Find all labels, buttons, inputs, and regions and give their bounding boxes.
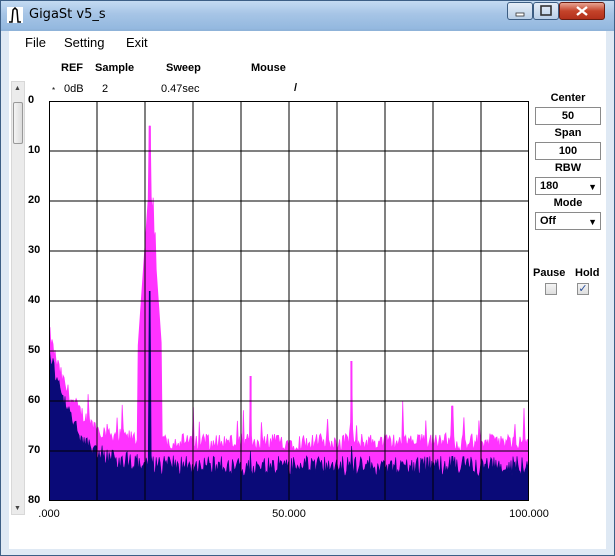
ref-value: 0dB	[64, 83, 84, 95]
rbw-value: 180	[540, 180, 559, 192]
minimize-icon	[515, 12, 525, 17]
spectrum-plot[interactable]	[49, 101, 529, 501]
check-icon: ✓	[578, 283, 588, 295]
menu-bar: File Setting Exit	[9, 31, 606, 55]
ref-marker: *	[52, 86, 56, 95]
title-bar[interactable]: GigaSt v5_s	[1, 1, 614, 29]
rbw-select[interactable]: 180 ▼	[535, 177, 601, 195]
ref-header: REF	[61, 62, 83, 74]
hold-label: Hold	[575, 267, 600, 279]
mouse-value: /	[294, 82, 298, 94]
menu-file[interactable]: File	[25, 35, 46, 50]
pause-checkbox[interactable]	[545, 283, 557, 295]
center-input[interactable]: 50	[535, 107, 601, 125]
app-window: GigaSt v5_s File Setting Exit REF Sample…	[0, 0, 615, 556]
x-tick-label: 100.000	[509, 508, 549, 520]
close-icon	[576, 6, 588, 16]
client-area: File Setting Exit REF Sample Sweep Mouse…	[9, 31, 606, 549]
x-tick-label: 50.000	[272, 508, 306, 520]
close-button[interactable]	[559, 2, 605, 20]
mode-value: Off	[540, 215, 556, 227]
sample-header: Sample	[95, 62, 135, 74]
x-tick-label: .000	[38, 508, 60, 520]
menu-setting[interactable]: Setting	[64, 35, 104, 50]
chevron-down-icon: ▼	[588, 182, 597, 192]
scroll-down-arrow-icon[interactable]: ▼	[14, 505, 21, 512]
mouse-header: Mouse	[251, 62, 286, 74]
sweep-value: 0.47sec	[161, 83, 200, 95]
mode-select[interactable]: Off ▼	[535, 212, 601, 230]
sweep-header: Sweep	[166, 62, 201, 74]
rbw-label: RBW	[554, 162, 582, 174]
maximize-button[interactable]	[533, 2, 559, 20]
mode-label: Mode	[553, 197, 583, 209]
span-label: Span	[554, 127, 582, 139]
app-icon	[7, 7, 23, 23]
scroll-thumb[interactable]	[13, 102, 23, 144]
center-label: Center	[550, 92, 586, 104]
hold-checkbox[interactable]: ✓	[577, 283, 589, 295]
minimize-button[interactable]	[507, 2, 533, 20]
vertical-scrollbar[interactable]: ▲ ▼	[11, 81, 25, 515]
window-title: GigaSt v5_s	[29, 7, 106, 22]
maximize-icon	[540, 5, 552, 16]
scroll-up-arrow-icon[interactable]: ▲	[14, 85, 21, 92]
sample-value: 2	[102, 83, 109, 95]
chevron-down-icon: ▼	[588, 217, 597, 227]
span-input[interactable]: 100	[535, 142, 601, 160]
pause-label: Pause	[533, 267, 566, 279]
menu-exit[interactable]: Exit	[126, 35, 148, 50]
